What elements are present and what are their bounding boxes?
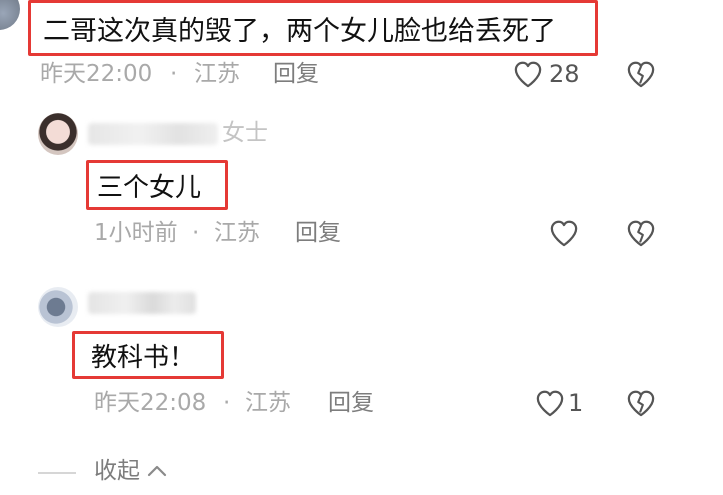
comment-text: 二哥这次真的毁了，两个女儿脸也给丢死了 xyxy=(28,0,598,56)
username-blurred xyxy=(88,292,196,314)
heart-icon[interactable] xyxy=(513,60,543,88)
comment-text: 三个女儿 xyxy=(86,160,228,210)
dislike-heart-icon[interactable] xyxy=(626,389,656,417)
comment-text-content: 教科书！ xyxy=(91,342,196,373)
chevron-up-icon[interactable] xyxy=(146,462,168,480)
collapse-divider xyxy=(38,472,76,474)
reply-button[interactable]: 回复 xyxy=(295,222,341,245)
comment-text-content: 二哥这次真的毁了，两个女儿脸也给丢死了 xyxy=(43,15,556,47)
like-count: 1 xyxy=(568,389,584,417)
heart-icon[interactable] xyxy=(535,389,565,417)
avatar[interactable] xyxy=(0,0,20,30)
avatar[interactable] xyxy=(38,113,78,155)
avatar[interactable] xyxy=(38,287,78,327)
reply-button[interactable]: 回复 xyxy=(273,63,319,86)
meta-separator: · xyxy=(223,390,231,416)
comment-location: 江苏 xyxy=(214,220,260,246)
comment-text-content: 三个女儿 xyxy=(97,172,202,203)
comment-location: 江苏 xyxy=(194,61,240,87)
dislike-heart-icon[interactable] xyxy=(626,219,656,247)
like-count: 28 xyxy=(549,60,580,88)
comment-text: 教科书！ xyxy=(72,331,224,379)
username-blurred xyxy=(88,123,218,145)
comment-location: 江苏 xyxy=(245,390,291,416)
collapse-button[interactable]: 收起 xyxy=(94,460,140,483)
meta-separator: · xyxy=(170,61,178,87)
reply-button[interactable]: 回复 xyxy=(328,392,374,415)
heart-icon[interactable] xyxy=(549,219,579,247)
comment-time: 昨天22:08 xyxy=(94,390,207,416)
username-suffix: 女士 xyxy=(222,120,268,146)
meta-separator: · xyxy=(192,220,200,246)
comment-time: 昨天22:00 xyxy=(40,61,153,87)
comment-time: 1小时前 xyxy=(94,220,178,246)
dislike-heart-icon[interactable] xyxy=(626,60,656,88)
